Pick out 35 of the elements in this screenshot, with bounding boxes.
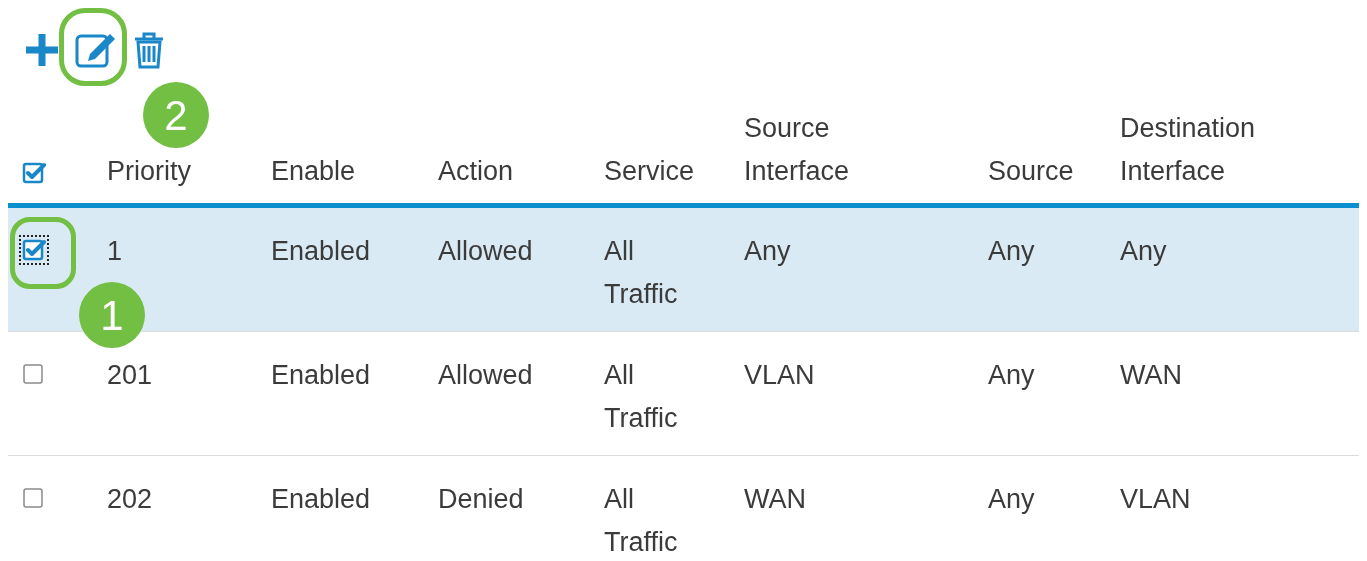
table-cell-text: Allowed (438, 235, 533, 268)
add-icon[interactable] (24, 32, 60, 68)
table-cell-text: Denied (438, 483, 524, 516)
table-cell-text: Any (988, 483, 1035, 516)
checkbox[interactable] (22, 238, 46, 262)
column-header: Priority (107, 155, 191, 188)
trash-icon[interactable] (132, 31, 166, 69)
table-cell-text: Allowed (438, 359, 533, 392)
checkbox[interactable] (22, 486, 46, 510)
table-cell-text: All Traffic (604, 483, 678, 559)
checkbox[interactable] (22, 362, 46, 386)
table-cell-text: VLAN (1120, 483, 1191, 516)
table-cell-text: Any (1120, 235, 1167, 268)
column-header: Source (988, 155, 1074, 188)
table-cell-text: All Traffic (604, 359, 678, 435)
table-cell-text: 201 (107, 359, 153, 392)
table-cell-text: Any (988, 235, 1035, 268)
column-header: Service (604, 155, 695, 188)
table-cell-text: WAN (744, 483, 806, 516)
table-cell-text: 1 (107, 235, 123, 268)
table-cell-text: Any (988, 359, 1035, 392)
table-cell-text: Any (744, 235, 791, 268)
table-cell-text: Enabled (271, 483, 371, 516)
column-header: Action (438, 155, 514, 188)
column-header: Enable (271, 155, 356, 188)
table-cell-text: WAN (1120, 359, 1182, 392)
column-header: Source Interface (744, 112, 850, 188)
table-cell-text: VLAN (744, 359, 815, 392)
step-badge: 2 (143, 82, 209, 148)
column-header: Destination Interface (1120, 112, 1256, 188)
checkbox[interactable] (22, 161, 46, 185)
table-cell-text: All Traffic (604, 235, 678, 311)
table-cell-text: Enabled (271, 359, 371, 392)
table-cell-text: Enabled (271, 235, 371, 268)
table-cell-text: 202 (107, 483, 153, 516)
